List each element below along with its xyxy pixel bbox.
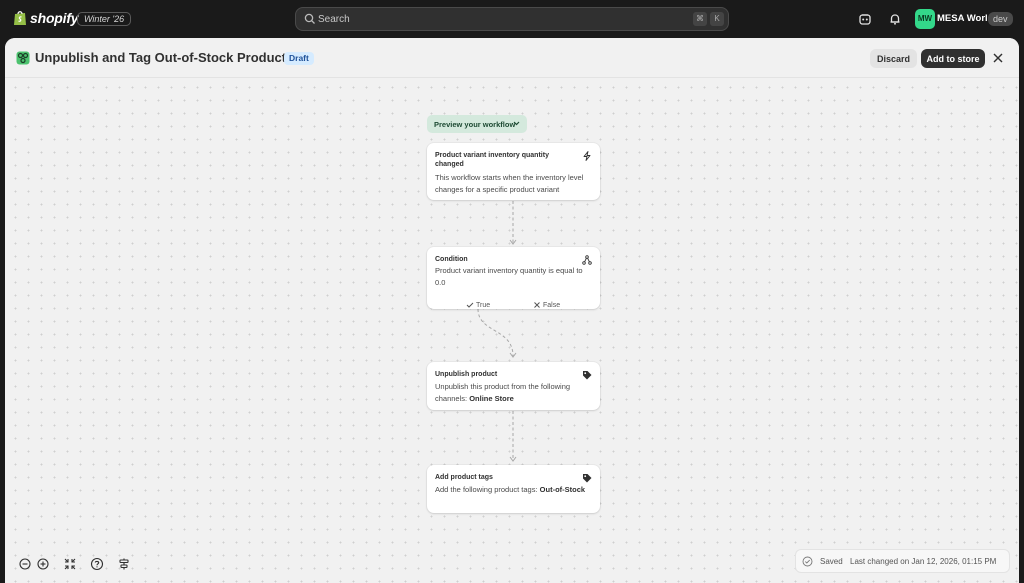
zoom-out-icon[interactable] [17,556,33,572]
discard-button[interactable]: Discard [870,49,917,68]
flow-app-icon [16,51,30,65]
x-icon [534,302,540,308]
branch-false-label: False [543,301,561,309]
lightning-icon [583,151,591,161]
card-title: Condition [435,256,468,263]
card-description: Add the following product tags: Out-of-S… [435,484,595,496]
card-description: Product variant inventory quantity is eq… [435,266,583,287]
sidekick-icon[interactable] [858,12,872,26]
env-badge: dev [988,12,1013,26]
card-title: Product variant inventory quantity chang… [435,152,549,168]
add-to-store-button[interactable]: Add to store [921,49,985,68]
check-circle-icon [802,556,813,567]
card-description: Unpublish this product from the followin… [435,381,595,404]
edition-badge[interactable]: Winter '26 [77,12,132,26]
tag-icon [583,371,592,380]
help-icon[interactable] [89,556,105,572]
save-status: Saved Last changed on Jan 12, 2026, 01:1… [795,549,1010,573]
chevron-down-icon [513,121,520,126]
shortcut-cmd-key: ⌘ [693,12,707,26]
branch-true[interactable]: True [466,300,490,310]
shortcut-k-key: K [710,12,724,26]
branch-icon [582,255,592,265]
editor-header: Unpublish and Tag Out-of-Stock Products … [5,38,1019,78]
condition-card[interactable]: Condition Product variant inventory quan… [427,247,600,309]
card-title: Add product tags [435,474,493,481]
channel-name: Online Store [469,393,514,403]
preview-workflow-button[interactable]: Preview your workflow [427,115,527,133]
trigger-card[interactable]: Product variant inventory quantity chang… [427,143,600,200]
unpublish-action-card[interactable]: Unpublish product Unpublish this product… [427,362,600,410]
branch-true-label: True [476,301,491,309]
workflow-editor: Unpublish and Tag Out-of-Stock Products … [5,38,1019,583]
avatar[interactable]: MW [915,9,935,29]
tag-icon [583,474,592,483]
store-name[interactable]: MESA World [937,13,993,24]
preview-label: Preview your workflow [434,119,516,129]
shopify-logo[interactable]: shopify [13,10,79,26]
top-bar: shopify Winter '26 ⌘ K MW MESA World dev [0,0,1024,38]
card-title: Unpublish product [435,371,498,378]
description-text: Add the following product tags: [435,485,540,494]
search-bar[interactable]: ⌘ K [295,7,729,31]
add-tags-action-card[interactable]: Add product tags Add the following produ… [427,465,600,513]
close-icon[interactable] [992,52,1004,64]
fit-view-icon[interactable] [62,556,78,572]
layout-icon[interactable] [116,556,132,572]
saved-label: Saved [820,557,843,566]
page-title: Unpublish and Tag Out-of-Stock Products [35,50,294,65]
card-description: This workflow starts when the inventory … [435,173,584,194]
bell-icon[interactable] [888,12,902,26]
brand-name: shopify [30,10,79,26]
zoom-in-icon[interactable] [35,556,51,572]
search-icon [304,13,315,24]
status-badge: Draft [284,52,314,65]
last-changed-text: Last changed on Jan 12, 2026, 01:15 PM [850,557,997,566]
branch-false[interactable]: False [533,300,560,310]
shopify-bag-icon [14,11,26,25]
check-icon [466,302,474,308]
tag-name: Out-of-Stock [539,485,586,494]
search-input[interactable] [318,8,678,30]
